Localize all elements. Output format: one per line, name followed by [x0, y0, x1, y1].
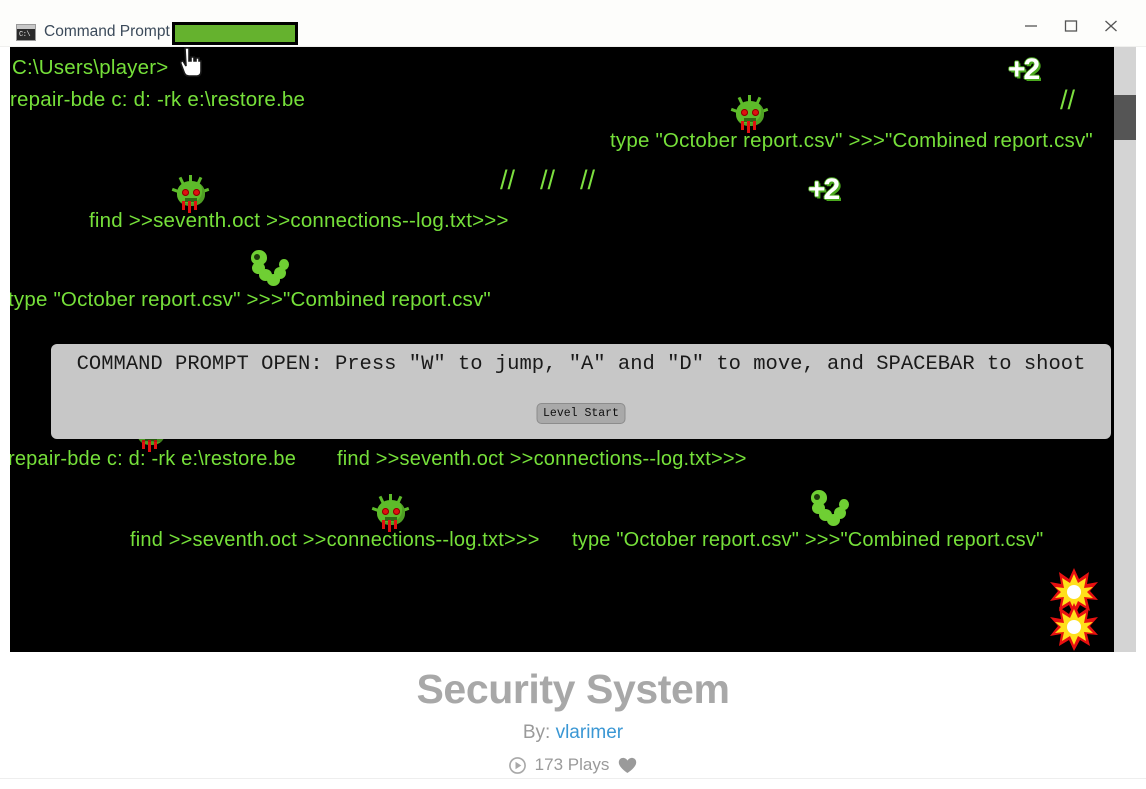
instructions-text: COMMAND PROMPT OPEN: Press "W" to jump, … — [76, 353, 1086, 376]
game-title: Security System — [416, 666, 730, 712]
platform-text: find >>seventh.oct >>connections--log.tx… — [337, 448, 747, 470]
health-bar-fill — [175, 25, 295, 42]
level-start-button[interactable]: Level Start — [536, 403, 626, 424]
worm-enemy — [250, 250, 290, 290]
maximize-icon — [1064, 20, 1078, 32]
game-page: C:\ Command Prompt C:\Users\player> repa… — [0, 0, 1146, 789]
slash-platform: // — [500, 165, 516, 195]
germ-enemy — [371, 494, 410, 536]
game-scrollbar[interactable] — [1114, 47, 1136, 652]
byline: By: vlarimer — [0, 722, 1146, 744]
germ-enemy — [171, 175, 210, 217]
game-stats: 173 Plays — [0, 755, 1146, 775]
instructions-dialog: COMMAND PROMPT OPEN: Press "W" to jump, … — [51, 344, 1111, 439]
app-icon-text: C:\ — [19, 31, 31, 39]
game-scrollbar-thumb[interactable] — [1114, 95, 1136, 140]
health-bar — [172, 22, 298, 45]
play-circle-icon — [508, 756, 526, 774]
minimize-button[interactable] — [1009, 12, 1053, 40]
game-meta: Security System By: vlarimer 173 Plays — [0, 652, 1146, 775]
slash-platform: // — [540, 165, 556, 195]
platform-text: type "October report.csv" >>>"Combined r… — [10, 288, 491, 311]
game-canvas[interactable]: C:\Users\player> repair-bde c: d: -rk e:… — [10, 47, 1136, 652]
by-label: By: — [522, 722, 551, 743]
explosion-sprite — [1050, 603, 1098, 651]
slash-platform: // — [580, 165, 596, 195]
play-count: 173 Plays — [534, 755, 610, 774]
close-button[interactable] — [1089, 12, 1133, 40]
worm-enemy — [810, 490, 850, 530]
author-link[interactable]: vlarimer — [556, 722, 624, 743]
platform-text: type "October report.csv" >>>"Combined r… — [572, 529, 1044, 551]
close-icon — [1105, 20, 1117, 32]
platform-text: find >>seventh.oct >>connections--log.tx… — [130, 529, 540, 551]
maximize-button[interactable] — [1049, 12, 1093, 40]
platform-text: repair-bde c: d: -rk e:\restore.be — [10, 88, 306, 111]
pickup-plus-two: +2 — [1008, 53, 1040, 86]
germ-enemy — [730, 95, 769, 137]
command-prompt-icon: C:\ — [16, 24, 36, 41]
window-titlebar: C:\ Command Prompt — [0, 0, 1146, 47]
footer-divider — [0, 778, 1146, 779]
heart-icon[interactable] — [618, 757, 637, 774]
platform-text: find >>seventh.oct >>connections--log.tx… — [89, 209, 509, 232]
platform-text: C:\Users\player> — [12, 56, 169, 79]
pickup-plus-two: +2 — [808, 173, 840, 206]
platform-text: type "October report.csv" >>>"Combined r… — [610, 129, 1093, 152]
pointing-hand-cursor — [176, 47, 202, 80]
minimize-icon — [1025, 25, 1037, 27]
slash-platform: // — [1060, 85, 1076, 115]
window-title: Command Prompt — [44, 23, 170, 40]
